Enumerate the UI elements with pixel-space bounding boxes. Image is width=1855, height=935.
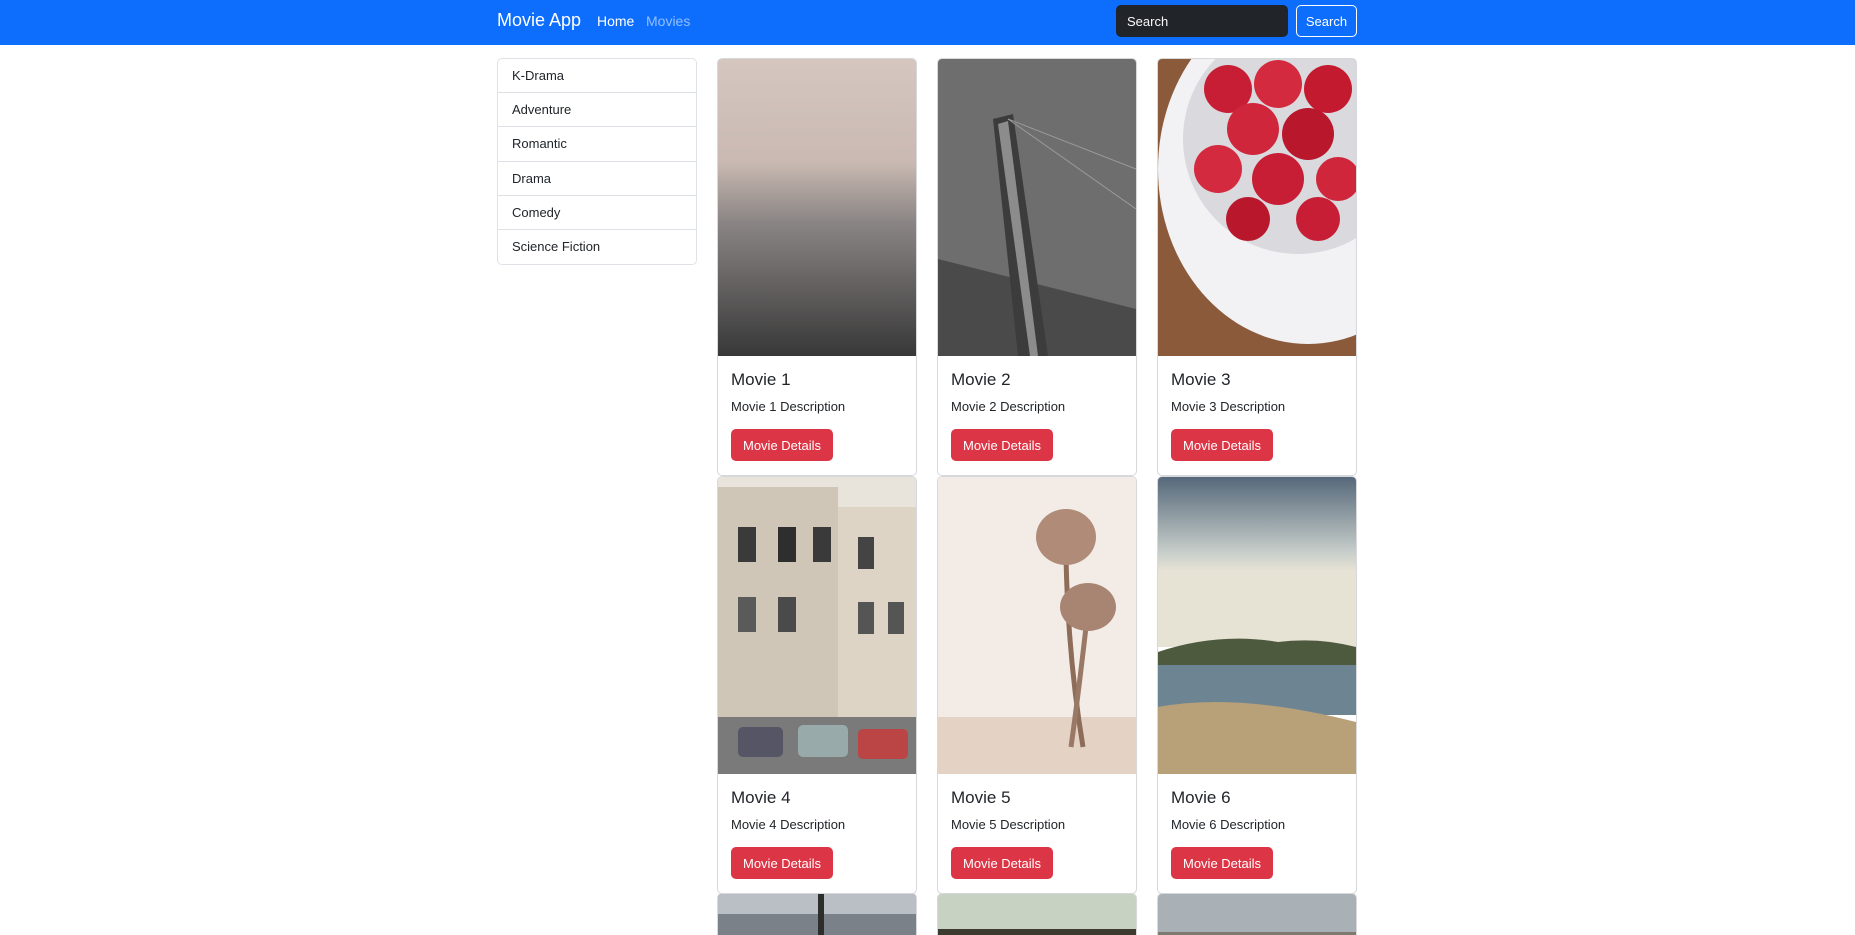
movie-card-partial	[1157, 893, 1357, 935]
movie-description: Movie 6 Description	[1171, 817, 1286, 832]
movie-title: Movie 6	[1171, 788, 1231, 807]
category-item-science-fiction[interactable]: Science Fiction	[498, 230, 696, 264]
movie-card: Movie 5 Movie 5 Description Movie Detail…	[937, 476, 1137, 894]
movie-poster-image	[1158, 894, 1356, 935]
navbar: Movie App Home Movies Search	[0, 0, 1855, 45]
movie-details-button[interactable]: Movie Details	[1171, 429, 1274, 461]
category-item-k-drama[interactable]: K-Drama	[498, 59, 696, 94]
category-item-comedy[interactable]: Comedy	[498, 196, 696, 230]
nav-link-home[interactable]: Home	[597, 13, 634, 29]
movie-card: Movie 1 Movie 1 Description Movie Detail…	[717, 58, 917, 476]
category-item-adventure[interactable]: Adventure	[498, 93, 696, 128]
movie-poster-image	[938, 894, 1136, 935]
movie-description: Movie 3 Description	[1171, 399, 1286, 414]
movie-poster-image	[938, 477, 1136, 774]
movie-card: Movie 6 Movie 6 Description Movie Detail…	[1157, 476, 1357, 894]
movie-poster-image	[1158, 477, 1356, 774]
movie-title: Movie 1	[731, 370, 791, 389]
movie-details-button[interactable]: Movie Details	[951, 847, 1054, 879]
search-button[interactable]: Search	[1296, 5, 1357, 37]
category-item-romantic[interactable]: Romantic	[498, 127, 696, 162]
movie-poster-image	[718, 477, 916, 774]
movie-poster-image	[1158, 59, 1356, 356]
category-item-drama[interactable]: Drama	[498, 162, 696, 196]
movie-title: Movie 5	[951, 788, 1011, 807]
search-input[interactable]	[1116, 5, 1288, 37]
movie-title: Movie 4	[731, 788, 791, 807]
movie-card: Movie 4 Movie 4 Description Movie Detail…	[717, 476, 917, 894]
movie-card: Movie 3 Movie 3 Description Movie Detail…	[1157, 58, 1357, 476]
movie-description: Movie 1 Description	[731, 399, 846, 414]
movie-details-button[interactable]: Movie Details	[731, 847, 834, 879]
movie-title: Movie 2	[951, 370, 1011, 389]
movie-poster-image	[718, 894, 916, 935]
movie-poster-image	[718, 59, 916, 356]
movie-description: Movie 5 Description	[951, 817, 1066, 832]
movie-card-partial	[717, 893, 917, 935]
movie-title: Movie 3	[1171, 370, 1231, 389]
nav-link-movies[interactable]: Movies	[646, 13, 690, 29]
movie-description: Movie 2 Description	[951, 399, 1066, 414]
movie-details-button[interactable]: Movie Details	[1171, 847, 1274, 879]
movie-poster-image	[938, 59, 1136, 356]
brand-title[interactable]: Movie App	[497, 10, 581, 31]
movie-details-button[interactable]: Movie Details	[731, 429, 834, 461]
movie-details-button[interactable]: Movie Details	[951, 429, 1054, 461]
movie-card-partial	[937, 893, 1137, 935]
movie-description: Movie 4 Description	[731, 817, 846, 832]
movie-card: Movie 2 Movie 2 Description Movie Detail…	[937, 58, 1137, 476]
category-list: K-Drama Adventure Romantic Drama Comedy …	[497, 58, 697, 266]
